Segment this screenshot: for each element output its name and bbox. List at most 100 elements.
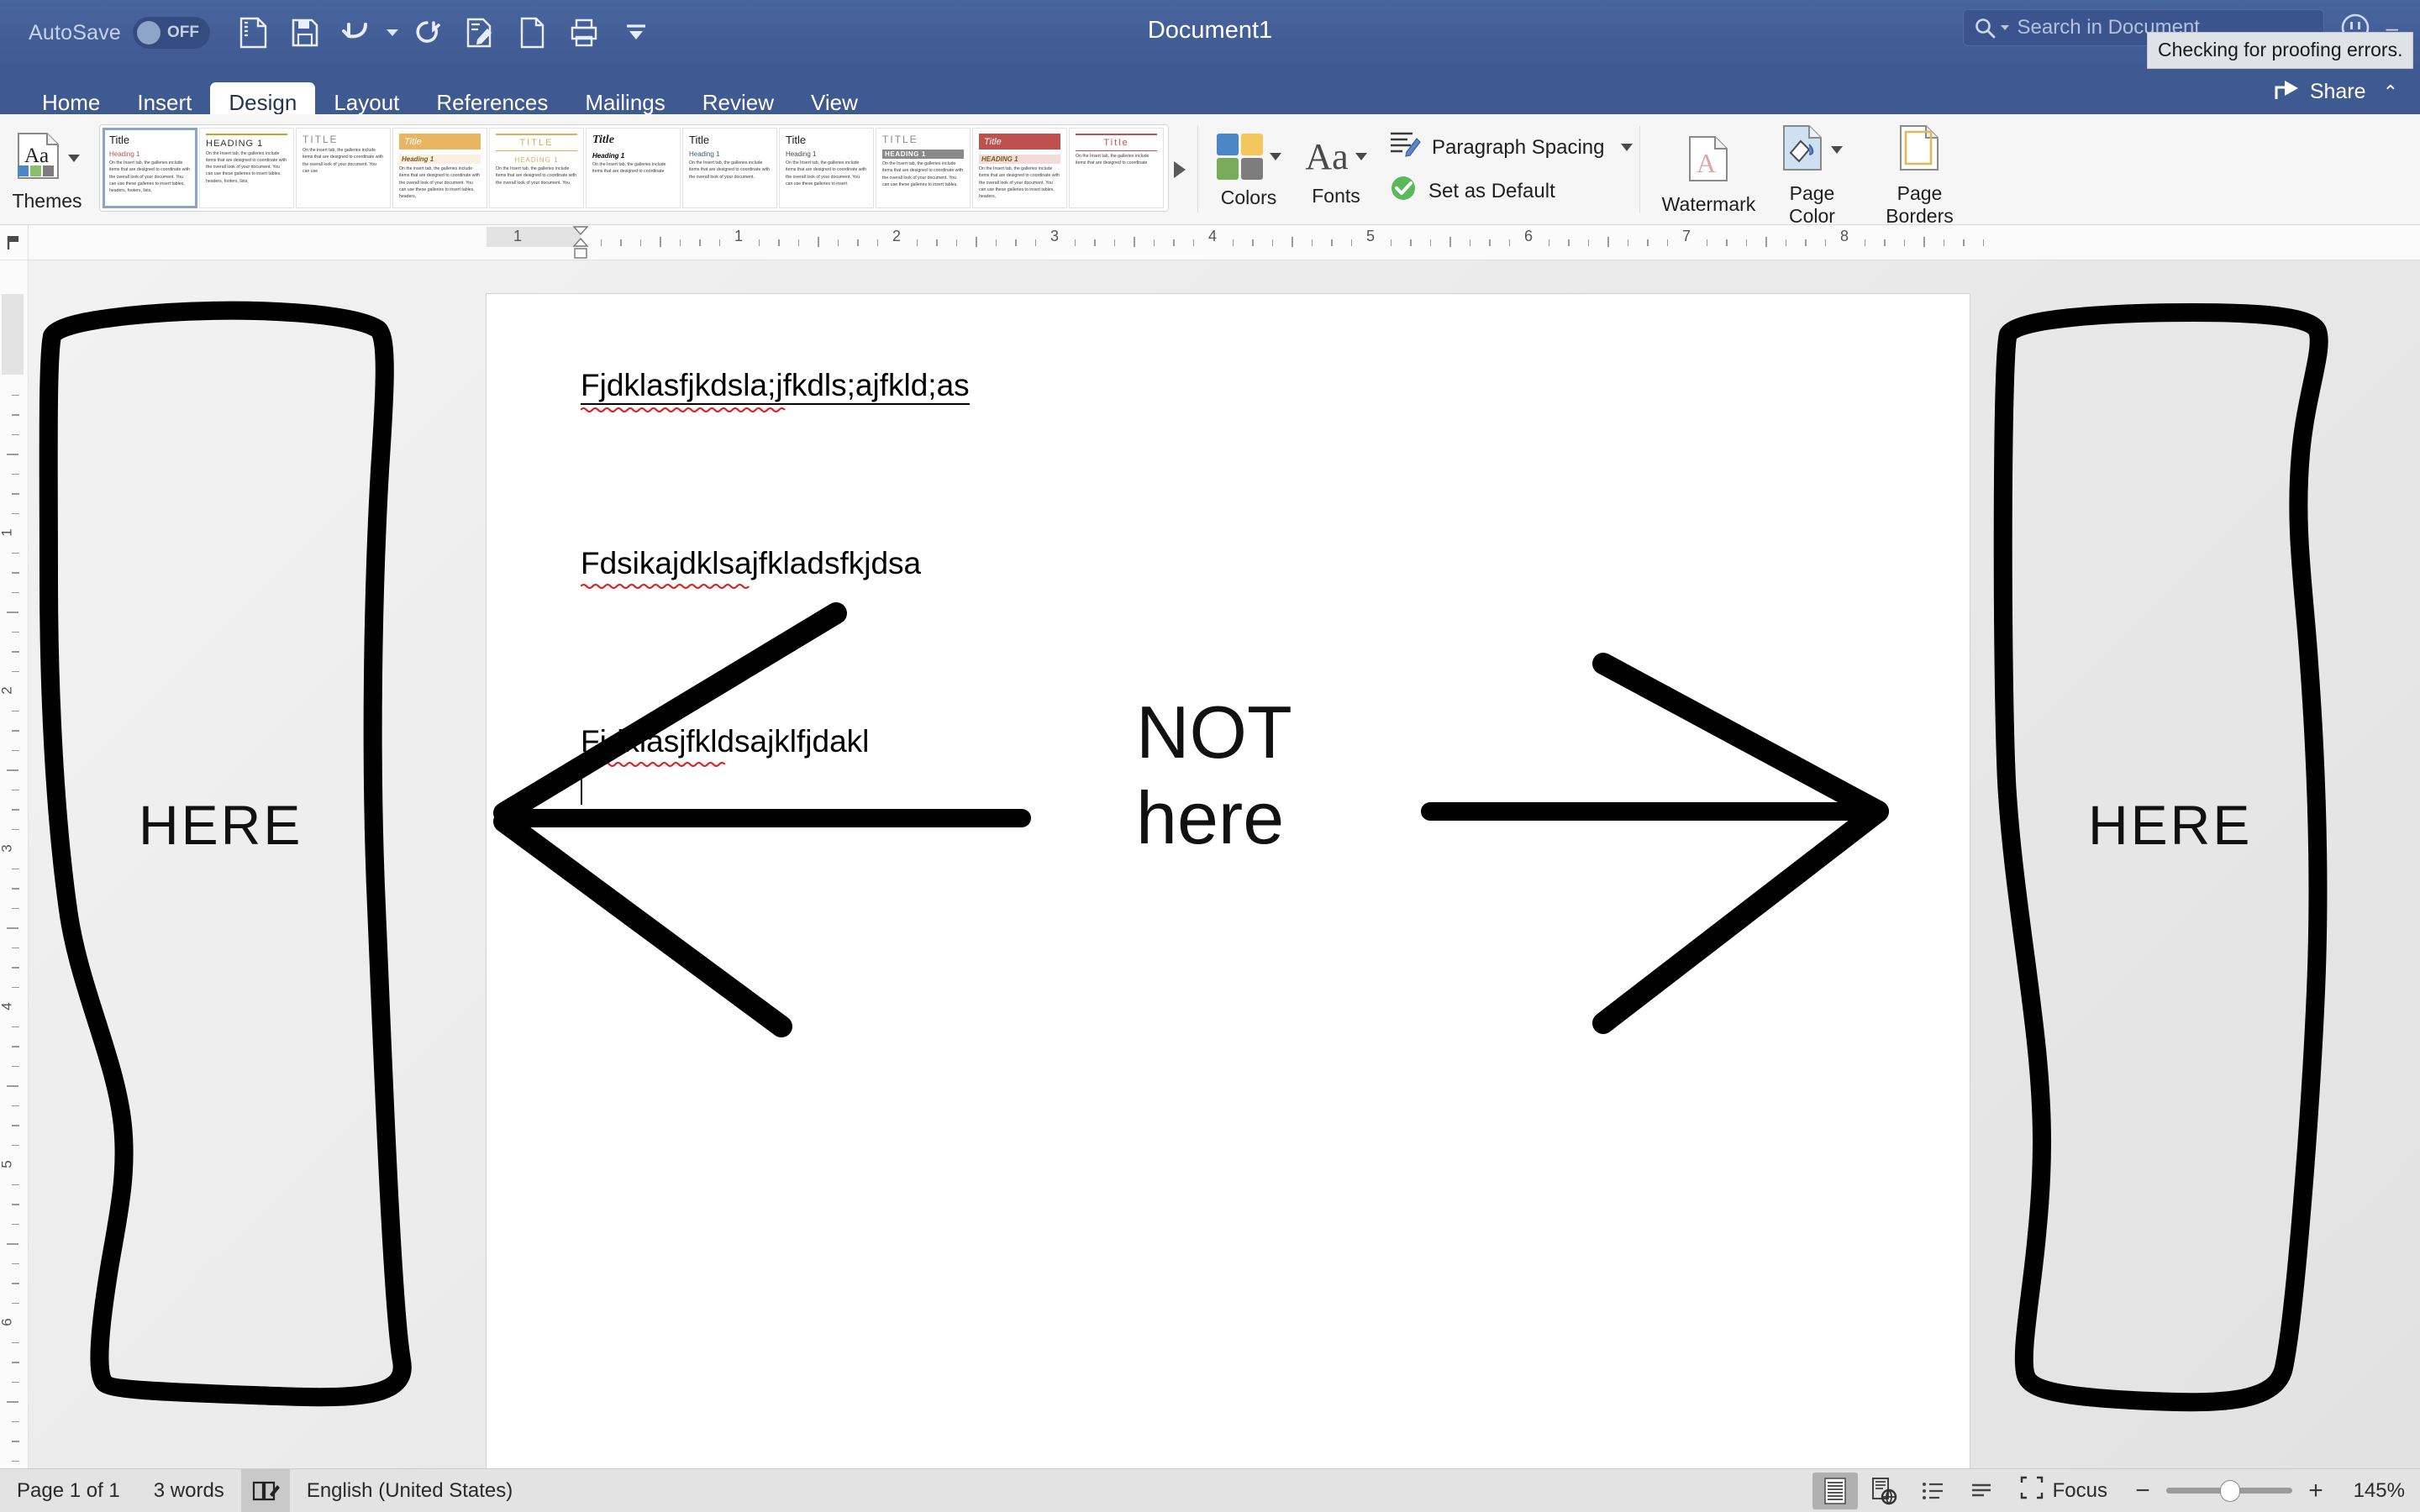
search-dropdown-caret[interactable]	[2001, 25, 2009, 30]
word-count[interactable]: 3 words	[137, 1479, 241, 1503]
track-changes-icon[interactable]	[454, 8, 506, 58]
language-indicator[interactable]: English (United States)	[290, 1479, 529, 1503]
ruler-tick	[12, 1125, 19, 1126]
new-from-template-icon[interactable]	[227, 8, 279, 58]
customize-toolbar-icon[interactable]	[610, 8, 662, 58]
style-title: TITLE	[496, 138, 577, 148]
focus-label: Focus	[2053, 1479, 2107, 1503]
style-gallery-item[interactable]: TITLE On the insert tab, the galleries in…	[296, 128, 391, 208]
autosave-toggle[interactable]: OFF	[133, 17, 210, 49]
themes-button[interactable]: Aa Themes	[0, 127, 94, 213]
style-gallery-item[interactable]: TitleHEADING 1On the Insert tab, the gal…	[972, 128, 1067, 208]
zoom-control[interactable]: − + 145%	[2123, 1477, 2405, 1505]
style-gallery-item[interactable]: TitleHeading 1On the Insert tab, the gal…	[779, 128, 874, 208]
print-layout-view-button[interactable]	[1812, 1473, 1858, 1509]
style-gallery-item[interactable]: HEADING 1On the Insert tab, the gallerie…	[199, 128, 294, 208]
divider	[1197, 126, 1198, 213]
style-title: TITLE	[302, 134, 384, 145]
check-circle-icon	[1388, 173, 1418, 209]
page-borders-button[interactable]: PageBorders	[1865, 113, 1973, 227]
themes-dropdown-caret[interactable]	[68, 155, 80, 162]
zoom-out-button[interactable]: −	[2131, 1477, 2154, 1505]
zoom-slider-track[interactable]	[2166, 1488, 2292, 1494]
indent-markers[interactable]	[571, 225, 590, 260]
fonts-dropdown-caret[interactable]	[1355, 153, 1367, 160]
page-indicator[interactable]: Page 1 of 1	[0, 1479, 137, 1503]
gallery-scroll-right-button[interactable]	[1169, 114, 1191, 224]
watermark-button[interactable]: A Watermark	[1659, 123, 1758, 215]
zoom-slider-knob[interactable]	[2220, 1480, 2240, 1502]
web-layout-view-button[interactable]	[1861, 1473, 1907, 1509]
page-color-caret[interactable]	[1831, 146, 1843, 154]
ruler-tick	[1765, 237, 1767, 247]
ruler-tick	[12, 632, 19, 633]
style-body-text: On the insert tab, the galleries include…	[302, 147, 384, 175]
ruler-number: 6	[0, 1318, 16, 1326]
ruler-tick	[1015, 239, 1017, 246]
draft-view-button[interactable]	[1959, 1473, 2004, 1509]
ruler-tick	[12, 434, 19, 436]
style-body-text: On the Insert tab, the galleries include…	[206, 150, 287, 186]
proofing-icon[interactable]	[241, 1469, 290, 1512]
ruler-tick	[1944, 239, 1945, 246]
style-gallery-item[interactable]: TitleHeading 1On the Insert tab, the gal…	[586, 128, 681, 208]
document-style-gallery[interactable]: TitleHeading 1On the Insert tab, the gal…	[99, 124, 1169, 212]
ruler-tick	[12, 1026, 19, 1028]
vertical-ruler[interactable]: 1234567	[0, 225, 29, 1468]
document-line-3[interactable]: Fjdklasjfkldsajklfjdakl	[581, 724, 869, 759]
document-line-1[interactable]: Fjdklasfjkdsla;jfkdls;ajfkld;as	[581, 368, 970, 405]
tab-stop-selector[interactable]	[0, 225, 29, 260]
fonts-icon: Aa	[1305, 135, 1348, 178]
ruler-tick	[1707, 239, 1708, 246]
svg-text:Aa: Aa	[24, 144, 49, 167]
save-icon[interactable]	[279, 8, 331, 58]
ruler-tick	[12, 1145, 19, 1147]
ruler-tick	[1904, 239, 1906, 246]
ruler-tick	[818, 237, 819, 247]
style-heading: HEADING 1	[979, 155, 1060, 164]
ruler-tick	[1193, 239, 1195, 246]
style-gallery-item[interactable]: TitleHeading 1On the Insert tab, the gal…	[682, 128, 777, 208]
document-canvas[interactable]: Fjdklasfjkdsla;jfkdls;ajfkld;as Fdsikajd…	[29, 260, 2420, 1468]
style-gallery-item[interactable]: TITLEHEADING 1On the Insert tab, the gal…	[876, 128, 971, 208]
paragraph-group: Paragraph Spacing Set as Default	[1380, 130, 1633, 209]
colors-button[interactable]: Colors	[1205, 130, 1292, 209]
document-line-2[interactable]: Fdsikajdklsajfkladsfkjdsa	[581, 546, 921, 581]
page-color-button[interactable]: PageColor	[1758, 113, 1865, 227]
undo-dropdown-caret[interactable]	[383, 8, 402, 58]
style-gallery-item[interactable]: TitleHeading 1On the Insert tab, the gal…	[103, 128, 197, 208]
outline-view-button[interactable]	[1910, 1473, 1955, 1509]
share-button[interactable]: Share ⌃	[2275, 77, 2398, 107]
focus-mode-button[interactable]: Focus	[2007, 1475, 2119, 1506]
ruler-tick	[12, 395, 19, 396]
document-line-2-text: Fdsikajdklsajfkladsfkjdsa	[581, 546, 921, 581]
paragraph-spacing-caret[interactable]	[1621, 144, 1633, 151]
horizontal-ruler[interactable]: 123456781	[0, 225, 2420, 260]
paragraph-spacing-button[interactable]: Paragraph Spacing	[1388, 130, 1633, 165]
colors-dropdown-caret[interactable]	[1270, 153, 1281, 160]
fonts-button[interactable]: Aa Fonts	[1292, 132, 1380, 207]
ruler-tick	[1233, 239, 1234, 246]
zoom-in-button[interactable]: +	[2304, 1477, 2328, 1505]
ribbon-collapse-chevron-icon[interactable]: ⌃	[2383, 81, 2398, 103]
set-as-default-button[interactable]: Set as Default	[1388, 173, 1633, 209]
ruler-tick	[838, 239, 839, 246]
undo-icon[interactable]	[331, 8, 383, 58]
style-heading: HEADING 1	[882, 150, 964, 159]
ruler-tick	[1884, 239, 1886, 246]
ruler-tick	[1509, 239, 1511, 246]
style-gallery-item[interactable]: TitleOn the Insert tab, the galleries in…	[1069, 128, 1164, 208]
print-icon[interactable]	[558, 8, 610, 58]
style-gallery-item[interactable]: TitleHeading 1On the insert tab, the gal…	[392, 128, 487, 208]
document-page[interactable]: Fjdklasfjkdsla;jfkdls;ajfkld;as Fdsikajd…	[487, 294, 1970, 1468]
colors-label: Colors	[1221, 186, 1276, 209]
ruler-number: 3	[1050, 228, 1059, 245]
ruler-tick	[1173, 239, 1175, 246]
style-gallery-item[interactable]: TITLEHEADING 1On the Insert tab, the gal…	[489, 128, 584, 208]
ruler-number: 6	[1524, 228, 1533, 245]
new-document-icon[interactable]	[506, 8, 558, 58]
redo-icon[interactable]	[402, 8, 454, 58]
zoom-percent-label[interactable]: 145%	[2339, 1479, 2405, 1503]
ruler-tick	[680, 239, 681, 246]
ruler-tick	[1331, 239, 1333, 246]
